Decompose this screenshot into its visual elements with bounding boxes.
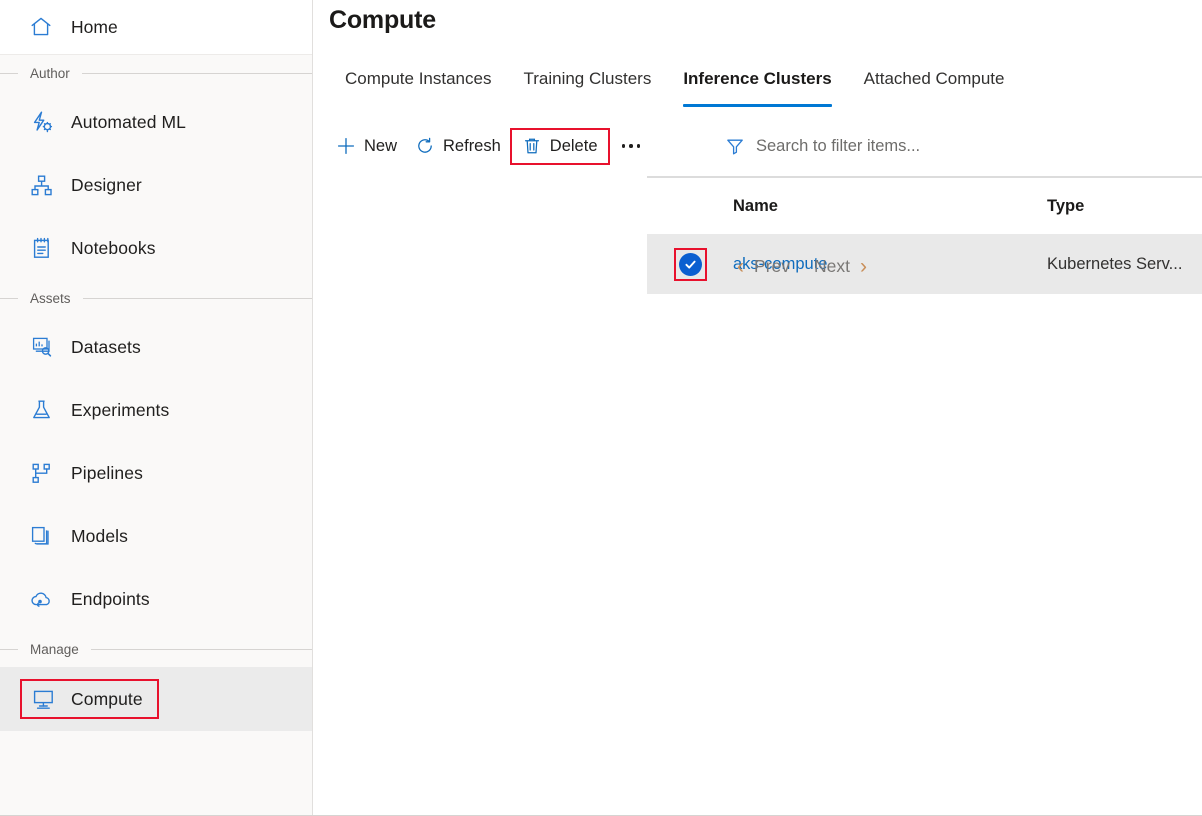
models-icon: [28, 524, 54, 550]
sidebar-item-home[interactable]: Home: [0, 0, 312, 55]
pagination: ‹ Prev Next ›: [647, 238, 1202, 294]
tab-bar: Compute Instances Training Clusters Infe…: [329, 66, 1020, 114]
automated-ml-icon: [28, 110, 54, 136]
search-filter[interactable]: Search to filter items...: [725, 128, 920, 164]
home-icon: [28, 14, 54, 40]
divider-line: [91, 649, 312, 650]
main-content: Compute Compute Instances Training Clust…: [313, 0, 1202, 816]
sidebar-item-datasets[interactable]: Datasets: [0, 316, 312, 379]
refresh-button-label: Refresh: [443, 137, 501, 156]
notebooks-icon: [28, 236, 54, 262]
refresh-icon: [415, 136, 435, 156]
datasets-icon: [28, 335, 54, 361]
compute-highlight-box: Compute: [20, 679, 159, 719]
divider-line: [82, 73, 312, 74]
more-commands-button[interactable]: [610, 128, 653, 164]
sidebar-item-pipelines[interactable]: Pipelines: [0, 442, 312, 505]
tab-label: Inference Clusters: [683, 69, 831, 88]
next-page-button[interactable]: Next ›: [802, 256, 879, 277]
section-label: Manage: [18, 642, 91, 657]
experiments-icon: [28, 398, 54, 424]
compute-icon: [30, 686, 56, 712]
active-tab-indicator: [683, 104, 831, 107]
page-title: Compute: [329, 6, 436, 35]
table-header-row: Name Type Provis... Cre... ↓ Virtua...: [647, 178, 1202, 234]
divider-line: [0, 649, 18, 650]
ellipsis-dot: [622, 144, 626, 148]
sidebar-item-notebooks[interactable]: Notebooks: [0, 217, 312, 280]
prev-page-button[interactable]: ‹ Prev: [725, 256, 802, 277]
divider-line: [0, 298, 18, 299]
column-header-name[interactable]: Name: [733, 197, 1047, 216]
sidebar-item-label: Automated ML: [71, 112, 186, 133]
sidebar-section-author: Author: [0, 55, 312, 91]
sidebar-section-manage: Manage: [0, 631, 312, 667]
sidebar-item-label: Experiments: [71, 400, 169, 421]
sidebar-item-label: Datasets: [71, 337, 141, 358]
tab-label: Compute Instances: [345, 69, 491, 88]
divider-line: [0, 73, 18, 74]
chevron-left-icon: ‹: [737, 256, 744, 277]
sidebar-item-compute[interactable]: Compute: [0, 667, 312, 731]
sidebar-item-label: Home: [71, 17, 118, 38]
sidebar-item-label: Designer: [71, 175, 142, 196]
divider-line: [83, 298, 312, 299]
delete-button[interactable]: Delete: [510, 128, 610, 165]
delete-button-label: Delete: [550, 137, 598, 156]
sidebar: Home Author Automated ML: [0, 0, 313, 816]
sidebar-item-models[interactable]: Models: [0, 505, 312, 568]
endpoints-icon: [28, 587, 54, 613]
column-header-label: Type: [1047, 197, 1084, 216]
sidebar-item-label: Endpoints: [71, 589, 150, 610]
sidebar-item-label: Compute: [71, 689, 143, 710]
tab-label: Training Clusters: [523, 69, 651, 88]
section-label: Author: [18, 66, 82, 81]
sidebar-section-assets: Assets: [0, 280, 312, 316]
command-bar: New Refresh: [327, 124, 1202, 168]
trash-icon: [522, 136, 542, 156]
column-header-label: Name: [733, 197, 778, 216]
sidebar-item-endpoints[interactable]: Endpoints: [0, 568, 312, 631]
sidebar-item-automated-ml[interactable]: Automated ML: [0, 91, 312, 154]
sidebar-item-label: Pipelines: [71, 463, 143, 484]
sidebar-item-label: Notebooks: [71, 238, 156, 259]
section-label: Assets: [18, 291, 83, 306]
plus-icon: [336, 136, 356, 156]
designer-icon: [28, 173, 54, 199]
search-input[interactable]: Search to filter items...: [756, 137, 920, 156]
chevron-right-icon: ›: [860, 256, 867, 277]
filter-icon: [725, 136, 745, 156]
sidebar-item-experiments[interactable]: Experiments: [0, 379, 312, 442]
new-button-label: New: [364, 137, 397, 156]
column-header-type[interactable]: Type: [1047, 197, 1202, 216]
sidebar-item-label: Models: [71, 526, 128, 547]
tab-training-clusters[interactable]: Training Clusters: [507, 66, 667, 110]
next-page-label: Next: [814, 256, 850, 277]
tab-attached-compute[interactable]: Attached Compute: [848, 66, 1021, 110]
sidebar-item-designer[interactable]: Designer: [0, 154, 312, 217]
prev-page-label: Prev: [754, 256, 790, 277]
refresh-button[interactable]: Refresh: [406, 128, 510, 164]
ellipsis-dot: [637, 144, 641, 148]
pipelines-icon: [28, 461, 54, 487]
app-root: Home Author Automated ML: [0, 0, 1202, 816]
tab-inference-clusters[interactable]: Inference Clusters: [667, 66, 847, 110]
new-button[interactable]: New: [327, 128, 406, 164]
tab-label: Attached Compute: [864, 69, 1005, 88]
ellipsis-dot: [629, 144, 633, 148]
tab-compute-instances[interactable]: Compute Instances: [329, 66, 507, 110]
